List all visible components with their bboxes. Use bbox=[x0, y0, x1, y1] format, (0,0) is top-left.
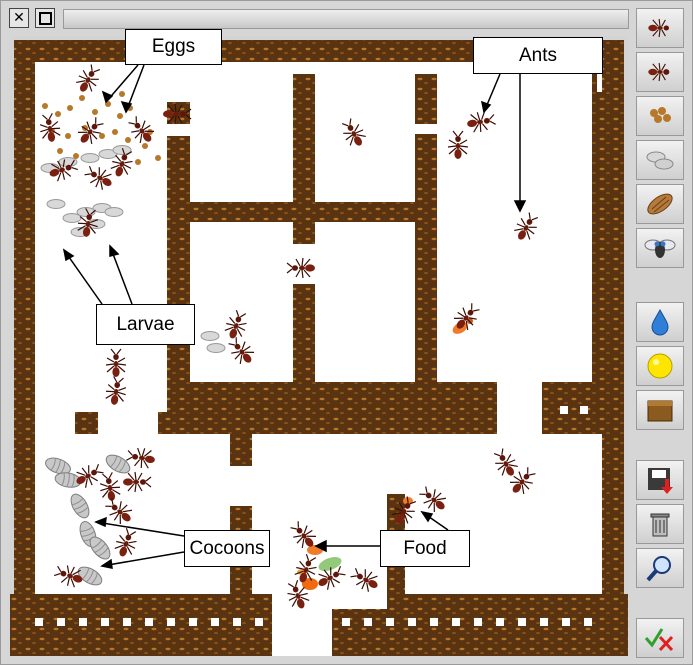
tool-delete[interactable] bbox=[636, 504, 684, 544]
cocoons-label: Cocoons bbox=[184, 530, 270, 567]
title-bar[interactable] bbox=[63, 9, 629, 29]
tool-inspect[interactable] bbox=[636, 548, 684, 588]
tool-sugar[interactable] bbox=[636, 346, 684, 386]
close-icon[interactable]: ✕ bbox=[9, 8, 29, 28]
tool-dirt[interactable] bbox=[636, 390, 684, 430]
tool-water[interactable] bbox=[636, 302, 684, 342]
ant-icon bbox=[648, 18, 670, 38]
fly-icon bbox=[644, 239, 676, 258]
tool-ok-cancel[interactable] bbox=[636, 618, 684, 658]
larvae-label: Larvae bbox=[96, 304, 195, 345]
dirt-block-icon bbox=[647, 400, 673, 422]
save-icon bbox=[648, 468, 673, 494]
eggs-icon bbox=[650, 107, 671, 123]
ant-farm-board[interactable] bbox=[10, 36, 628, 656]
tool-cocoon[interactable] bbox=[636, 184, 684, 224]
water-drop-icon bbox=[651, 308, 669, 336]
maximize-icon[interactable] bbox=[35, 8, 55, 28]
cocoon-icon bbox=[647, 193, 673, 215]
tool-eggs[interactable] bbox=[636, 96, 684, 136]
food-label: Food bbox=[380, 530, 470, 567]
yellow-ball-icon bbox=[647, 353, 673, 379]
larva-icon bbox=[646, 151, 674, 170]
magnifier-icon bbox=[646, 556, 671, 582]
ants-label: Ants bbox=[473, 37, 603, 74]
tool-fly[interactable] bbox=[636, 228, 684, 268]
tool-ant-worker[interactable] bbox=[636, 8, 684, 48]
check-cross-icon bbox=[644, 628, 674, 652]
tool-ant-soldier[interactable] bbox=[636, 52, 684, 92]
ant-icon bbox=[648, 62, 670, 82]
trash-icon bbox=[650, 513, 670, 537]
tool-larvae[interactable] bbox=[636, 140, 684, 180]
eggs-label: Eggs bbox=[125, 29, 222, 65]
tool-save[interactable] bbox=[636, 460, 684, 500]
